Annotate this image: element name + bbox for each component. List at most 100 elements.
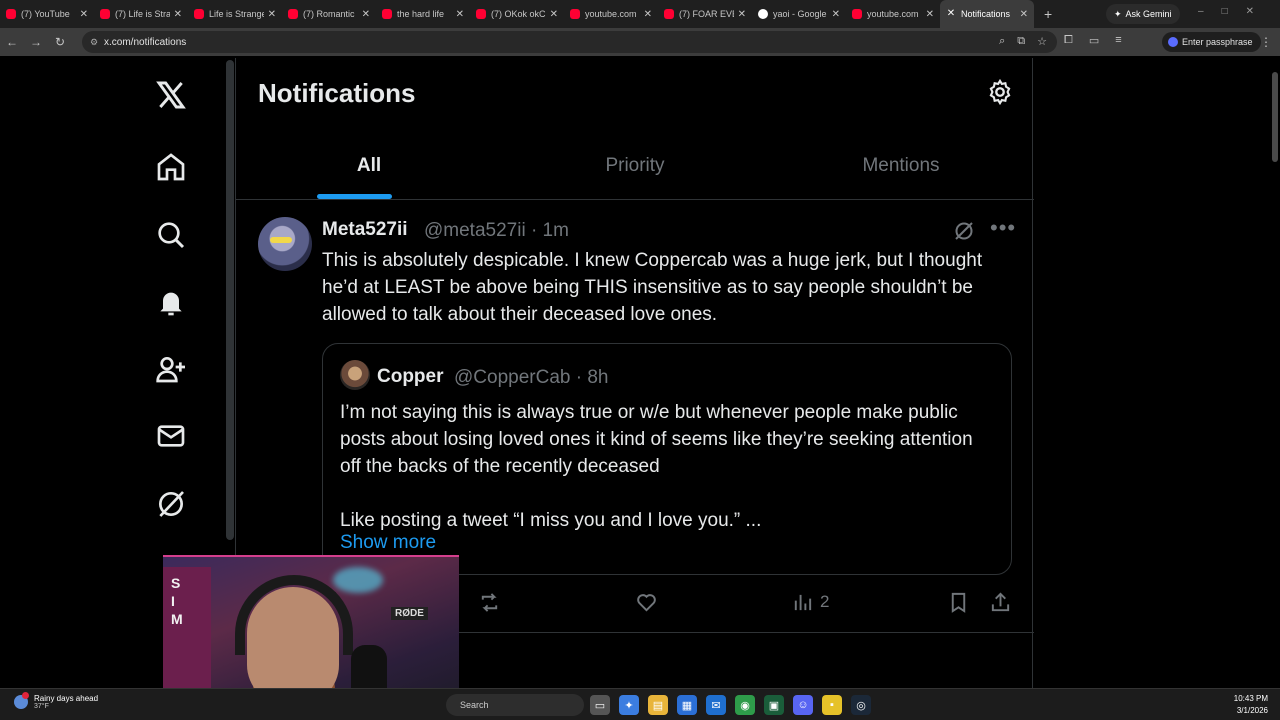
browser-tab[interactable]: the hard life ✕: [376, 0, 470, 28]
weather-title: Rainy days ahead: [34, 694, 99, 703]
copilot-icon[interactable]: ✦: [619, 695, 639, 715]
zoom-icon[interactable]: ⌕: [999, 35, 1005, 48]
close-tab-icon[interactable]: ✕: [456, 9, 464, 20]
grok-explain-icon[interactable]: [952, 219, 976, 243]
taskbar-apps: ▭ ✦ ▤ ▦ ✉ ◉ ▣ ☺ ▪ ◎: [590, 695, 871, 715]
close-tab-icon[interactable]: ✕: [738, 9, 746, 20]
bookmark-icon[interactable]: [947, 589, 970, 615]
active-tab-indicator: [317, 194, 392, 199]
tab-search-icon[interactable]: ▭: [1089, 34, 1099, 47]
address-bar[interactable]: ⚙ x.com/notifications ⌕ ⧉ ☆: [82, 31, 1057, 53]
task-view-icon[interactable]: ▭: [590, 695, 610, 715]
outlook-icon[interactable]: ✉: [706, 695, 726, 715]
site-info-icon[interactable]: ⚙: [90, 37, 98, 48]
browser-tab-title: youtube.com: [585, 9, 637, 19]
browser-tab[interactable]: youtube.com ✕: [846, 0, 940, 28]
browser-tab[interactable]: ✕ Notifications ✕: [940, 0, 1034, 28]
share-icon[interactable]: [989, 589, 1012, 615]
browser-tab[interactable]: (7) FOAR EVE ✕: [658, 0, 752, 28]
file-explorer-icon[interactable]: ▤: [648, 695, 668, 715]
close-tab-icon[interactable]: ✕: [1020, 9, 1028, 20]
browser-tab-title: yaoi - Google: [773, 9, 827, 19]
close-tab-icon[interactable]: ✕: [80, 9, 88, 20]
weather-icon: [14, 692, 29, 709]
quoted-text: I’m not saying this is always true or w/…: [340, 399, 990, 534]
views-button[interactable]: 2: [791, 589, 829, 615]
tab-all[interactable]: All: [236, 130, 502, 199]
close-tab-icon[interactable]: ✕: [550, 9, 558, 20]
nav-scrollbar[interactable]: [226, 60, 234, 540]
system-clock[interactable]: 10:43 PM 3/1/2026: [1234, 693, 1268, 717]
app-icon[interactable]: ▣: [764, 695, 784, 715]
extensions-icon[interactable]: ⧠: [1064, 34, 1073, 47]
repost-icon[interactable]: [478, 589, 501, 615]
youtube-favicon-icon: [476, 9, 486, 19]
youtube-favicon-icon: [570, 9, 580, 19]
show-more-link[interactable]: Show more: [340, 532, 436, 554]
store-icon[interactable]: ▦: [677, 695, 697, 715]
avatar[interactable]: [258, 217, 312, 271]
like-icon[interactable]: [635, 589, 658, 615]
youtube-favicon-icon: [382, 9, 392, 19]
passphrase-button[interactable]: Enter passphrase: [1162, 32, 1261, 52]
quoted-post[interactable]: Copper @CopperCab · 8h I’m not saying th…: [322, 343, 1012, 575]
reading-list-icon[interactable]: ≡: [1115, 34, 1121, 47]
taskbar-search[interactable]: Search: [446, 694, 584, 716]
quoted-author-name: Copper: [377, 366, 444, 387]
new-tab-button[interactable]: +: [1034, 6, 1062, 22]
x-favicon-icon: ✕: [946, 8, 956, 19]
close-tab-icon[interactable]: ✕: [362, 9, 370, 20]
close-tab-icon[interactable]: ✕: [174, 9, 182, 20]
passphrase-label: Enter passphrase: [1182, 37, 1253, 47]
close-tab-icon[interactable]: ✕: [644, 9, 652, 20]
browser-tab-title: (7) Romantic: [303, 9, 355, 19]
browser-tab-title: Notifications: [961, 9, 1011, 19]
home-icon[interactable]: [152, 148, 190, 186]
steam-icon[interactable]: ◎: [851, 695, 871, 715]
clock-date: 3/1/2026: [1236, 706, 1268, 715]
window-controls[interactable]: –□✕: [1198, 6, 1272, 17]
headphones: [235, 575, 353, 655]
browser-tab[interactable]: (7) OKok okC ✕: [470, 0, 564, 28]
quoted-avatar[interactable]: [340, 360, 370, 390]
close-tab-icon[interactable]: ✕: [268, 9, 276, 20]
post-author-handle[interactable]: @meta527ii · 1m: [424, 220, 569, 242]
browser-tab[interactable]: youtube.com ✕: [564, 0, 658, 28]
install-app-icon[interactable]: ⧉: [1017, 35, 1025, 48]
tab-priority[interactable]: Priority: [502, 130, 768, 199]
x-logo-icon[interactable]: [152, 76, 190, 114]
browser-tab-title: youtube.com: [867, 9, 919, 19]
bookmark-star-icon[interactable]: ☆: [1037, 35, 1047, 48]
more-options-icon[interactable]: •••: [990, 215, 1016, 241]
back-icon[interactable]: ←: [0, 35, 24, 49]
sticky-notes-icon[interactable]: ▪: [822, 695, 842, 715]
ask-gemini-button[interactable]: ✦ Ask Gemini: [1106, 4, 1180, 24]
search-icon[interactable]: [152, 216, 190, 254]
browser-menu-icon[interactable]: ⋮: [1260, 35, 1272, 49]
close-tab-icon[interactable]: ✕: [926, 9, 934, 20]
page-scrollbar-thumb[interactable]: [1272, 72, 1278, 162]
grok-icon[interactable]: [152, 485, 190, 523]
reload-icon[interactable]: ↻: [48, 35, 72, 49]
settings-gear-icon[interactable]: [986, 78, 1014, 106]
notifications-bell-icon[interactable]: [152, 283, 190, 321]
post-author-name[interactable]: Meta527ii: [322, 219, 408, 241]
browser-tab[interactable]: Life is Strange ✕: [188, 0, 282, 28]
discord-icon[interactable]: ☺: [793, 695, 813, 715]
forward-icon[interactable]: →: [24, 35, 48, 49]
messages-icon[interactable]: [152, 417, 190, 455]
weather-widget[interactable]: Rainy days ahead 37°F: [14, 692, 99, 710]
follow-icon[interactable]: [152, 350, 190, 388]
chrome-icon[interactable]: ◉: [735, 695, 755, 715]
browser-tab[interactable]: (7) Life is Stra ✕: [94, 0, 188, 28]
extensions-area: ⧠ ▭ ≡: [1064, 34, 1122, 47]
browser-tab[interactable]: (7) YouTube ✕: [0, 0, 94, 28]
browser-tab[interactable]: (7) Romantic ✕: [282, 0, 376, 28]
browser-tab[interactable]: yaoi - Google ✕: [752, 0, 846, 28]
close-tab-icon[interactable]: ✕: [832, 9, 840, 20]
browser-tab-title: the hard life: [397, 9, 445, 19]
mic-brand-label: RØDE: [391, 607, 428, 620]
youtube-favicon-icon: [100, 9, 110, 19]
page-scrollbar[interactable]: [1271, 62, 1279, 682]
tab-mentions[interactable]: Mentions: [768, 130, 1034, 199]
